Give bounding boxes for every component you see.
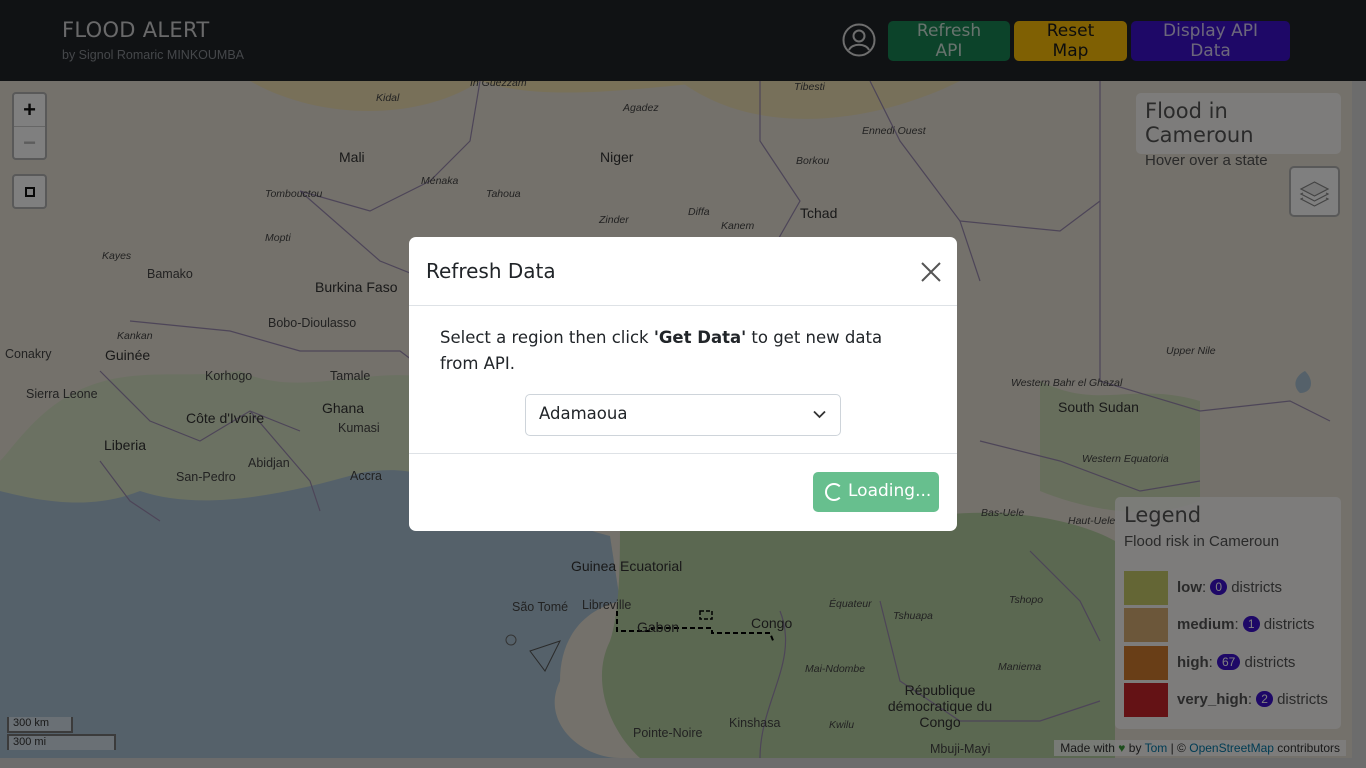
modal-instructions: Select a region then click 'Get Data' to… bbox=[440, 325, 920, 377]
loading-label: Loading... bbox=[848, 481, 932, 501]
chevron-down-icon bbox=[813, 410, 826, 419]
instruction-text: Select a region then click bbox=[440, 328, 654, 347]
modal-header: Refresh Data bbox=[409, 237, 957, 306]
get-data-label: 'Get Data' bbox=[653, 328, 747, 347]
modal-title: Refresh Data bbox=[426, 259, 556, 283]
close-icon[interactable] bbox=[919, 260, 943, 284]
get-data-button[interactable]: Loading... bbox=[813, 472, 939, 512]
refresh-data-modal: Refresh Data Select a region then click … bbox=[409, 237, 957, 531]
region-select[interactable]: Adamaoua bbox=[525, 394, 841, 436]
modal-body: Select a region then click 'Get Data' to… bbox=[409, 306, 957, 454]
region-select-value: Adamaoua bbox=[539, 404, 628, 423]
spinner-icon bbox=[825, 483, 843, 501]
